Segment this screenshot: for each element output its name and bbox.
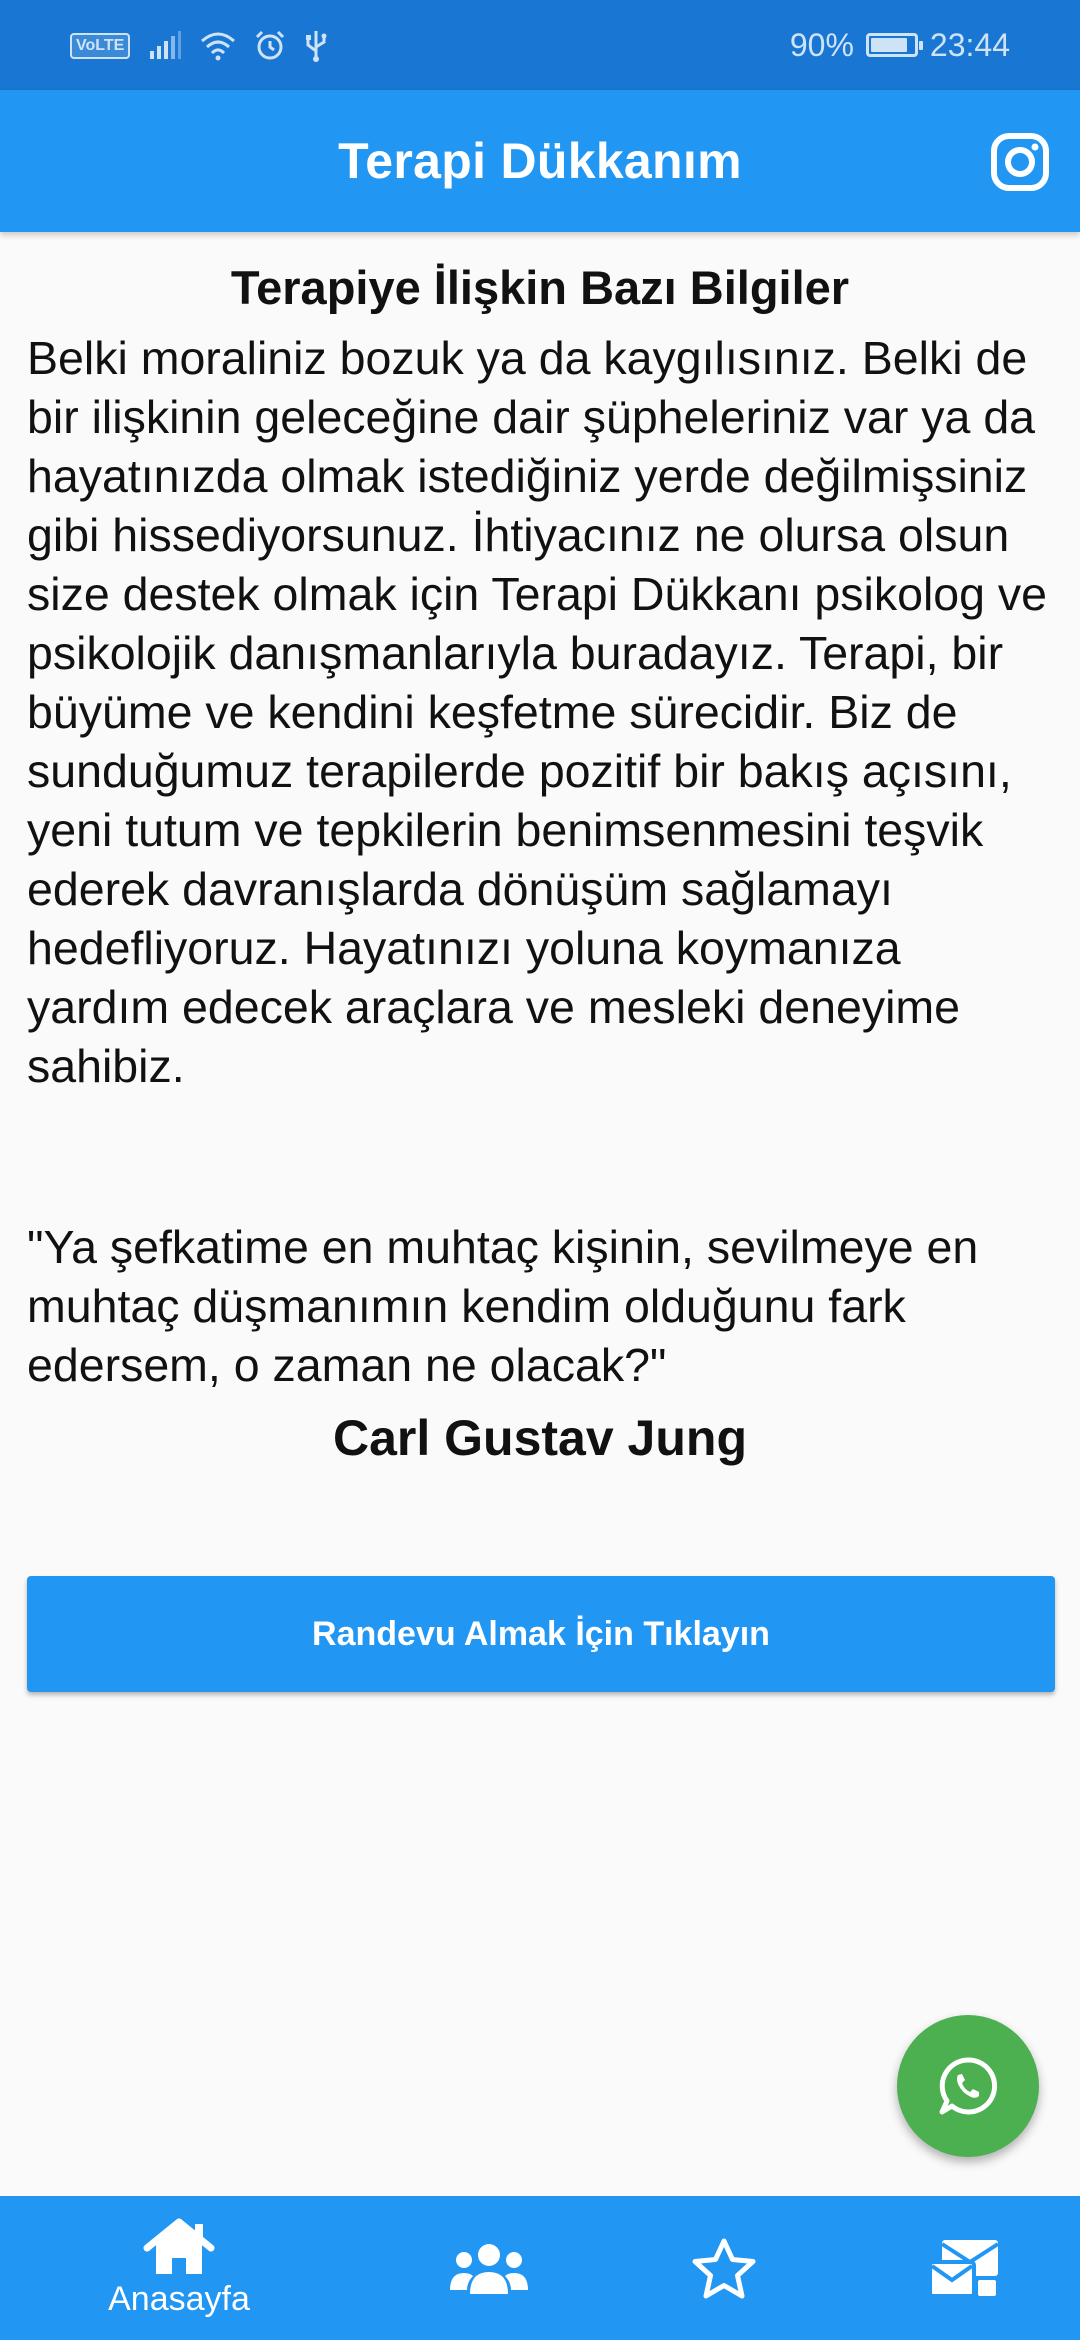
contact-icon (928, 2240, 1000, 2298)
battery-percent: 90% (789, 26, 854, 63)
therapy-description: Belki moraliniz bozuk ya da kaygılısınız… (27, 332, 1048, 1092)
volte-icon: VoLTE (70, 33, 131, 59)
whatsapp-fab[interactable] (897, 2015, 1039, 2157)
bottom-navigation: Anasayfa (0, 2196, 1080, 2340)
quote-text: "Ya şefkatime en muhtaç kişinin, sevilme… (27, 1221, 979, 1391)
quote-author: Carl Gustav Jung (333, 1410, 747, 1466)
nav-item-favorites[interactable] (624, 2196, 824, 2340)
home-icon (143, 2218, 215, 2274)
clock: 23:44 (929, 26, 1010, 63)
main-content: Terapiye İlişkin Bazı Bilgiler Belki mor… (27, 232, 1053, 1467)
section-title: Terapiye İlişkin Bazı Bilgiler (230, 261, 850, 314)
wifi-icon (201, 32, 236, 61)
app-title: Terapi Dükkanım (338, 133, 742, 189)
nav-item-contact[interactable] (864, 2196, 1064, 2340)
alarm-icon (256, 30, 285, 60)
screen: VoLTE 90% 23:44 Terapi Dükkanım Terapiye… (0, 0, 1080, 2340)
appointment-button[interactable]: Randevu Almak İçin Tıklayın (27, 1576, 1055, 1692)
nav-label-home: Anasayfa (108, 2280, 250, 2318)
battery-charging-icon (865, 33, 923, 57)
whatsapp-icon (939, 2057, 998, 2115)
nav-item-team[interactable] (389, 2196, 589, 2340)
instagram-button[interactable] (990, 132, 1050, 192)
star-icon (692, 2238, 756, 2299)
signal-icon (150, 31, 182, 59)
battery-level-fill (870, 38, 908, 52)
nav-item-home[interactable]: Anasayfa (79, 2196, 279, 2340)
instagram-icon (991, 133, 1049, 191)
status-bar: VoLTE 90% 23:44 (0, 0, 1080, 90)
status-right: 90% 23:44 (790, 22, 1010, 68)
users-icon (450, 2244, 528, 2294)
app-bar: Terapi Dükkanım (0, 90, 1080, 232)
status-left: VoLTE (70, 24, 328, 68)
usb-icon (306, 31, 327, 62)
